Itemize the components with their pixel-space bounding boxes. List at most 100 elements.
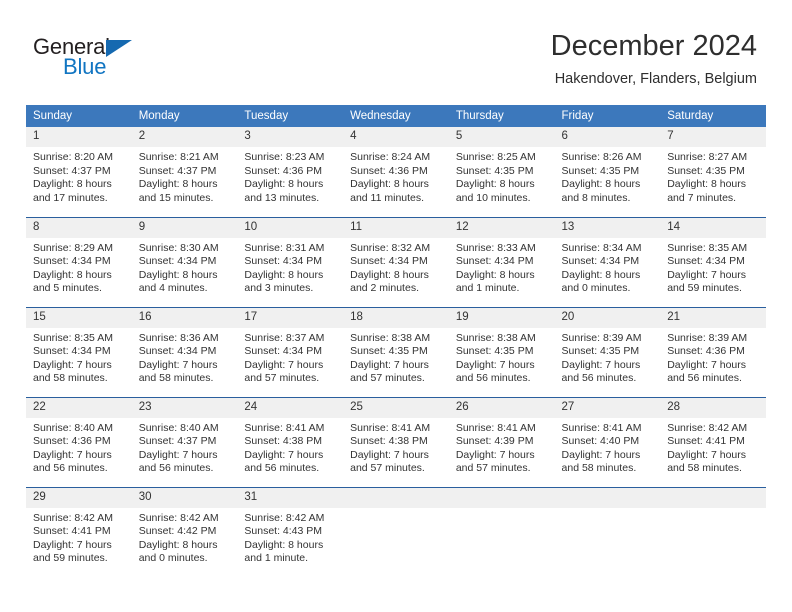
day-sunrise-text: Sunrise: 8:23 AM (244, 151, 325, 163)
day-sunset-text: Sunset: 4:37 PM (138, 435, 217, 448)
day-sunset-text: Sunset: 4:43 PM (244, 525, 323, 538)
day-daylight1-text: Daylight: 8 hours (244, 268, 324, 281)
day-daylight2-text: and 4 minutes. (138, 282, 208, 295)
calendar-day-cell[interactable]: 29 Sunrise: 8:42 AM Sunset: 4:41 PM Dayligh… (26, 486, 132, 577)
calendar-day-cell[interactable]: 13 Sunrise: 8:34 AM Sunset: 4:34 PM Dayligh… (554, 216, 661, 307)
day-sunrise-text: Sunrise: 8:35 AM (33, 331, 113, 344)
calendar-day-cell[interactable]: 17 Sunrise: 8:37 AM Sunset: 4:34 PM Dayligh… (237, 306, 344, 397)
day-daylight2-text: and 13 minutes. (244, 191, 320, 204)
day-sunset-text: Sunset: 4:40 PM (561, 435, 640, 448)
day-daylight2-text: and 11 minutes. (350, 191, 425, 204)
calendar-day-cell[interactable]: 31 Sunrise: 8:42 AM Sunset: 4:43 PM Dayligh… (237, 486, 344, 577)
calendar-day-cell[interactable]: 30 Sunrise: 8:42 AM Sunset: 4:42 PM Dayligh… (131, 486, 238, 577)
calendar-day-cell[interactable]: 18 Sunrise: 8:38 AM Sunset: 4:35 PM Dayligh… (343, 306, 449, 397)
calendar-day-cell[interactable]: 8 Sunrise: 8:29 AM Sunset: 4:34 PM Daylight… (26, 216, 132, 307)
calendar-day-cell[interactable]: 6 Sunrise: 8:26 AM Sunset: 4:35 PM Daylight… (554, 127, 661, 217)
day-sunrise-text: Sunrise: 8:41 AM (244, 421, 325, 434)
calendar-day-cell[interactable] (343, 486, 449, 577)
day-details: Sunrise: 8:39 AM Sunset: 4:35 PM Daylight:… (555, 328, 661, 386)
day-daylight2-text: and 56 minutes. (561, 372, 637, 385)
day-details: Sunrise: 8:42 AM Sunset: 4:41 PM Daylight:… (26, 508, 132, 566)
day-number: 2 (131, 127, 238, 147)
day-details: Sunrise: 8:39 AM Sunset: 4:36 PM Daylight:… (660, 328, 766, 386)
day-sunset-text: Sunset: 4:38 PM (350, 435, 428, 448)
day-daylight2-text: and 57 minutes. (350, 372, 425, 385)
calendar-day-cell[interactable]: 1 Sunrise: 8:20 AM Sunset: 4:37 PM Daylight… (26, 127, 132, 217)
calendar-day-cell[interactable]: 25 Sunrise: 8:41 AM Sunset: 4:38 PM Dayligh… (343, 396, 449, 487)
day-sunrise-text: Sunrise: 8:42 AM (33, 511, 113, 524)
calendar-body: 1 Sunrise: 8:20 AM Sunset: 4:37 PM Daylight… (26, 127, 766, 577)
calendar-day-cell[interactable]: 14 Sunrise: 8:35 AM Sunset: 4:34 PM Dayligh… (660, 216, 766, 307)
day-daylight2-text: and 10 minutes. (455, 191, 531, 204)
day-sunset-text: Sunset: 4:34 PM (138, 345, 217, 358)
day-sunrise-text: Sunrise: 8:21 AM (138, 151, 219, 163)
day-daylight2-text: and 56 minutes. (667, 372, 742, 385)
calendar-day-cell[interactable]: 22 Sunrise: 8:40 AM Sunset: 4:36 PM Dayligh… (26, 396, 132, 487)
day-details: Sunrise: 8:33 AM Sunset: 4:34 PM Daylight:… (449, 238, 555, 296)
day-sunset-text: Sunset: 4:34 PM (244, 345, 323, 358)
calendar-day-cell[interactable] (660, 486, 766, 577)
day-sunset-text: Sunset: 4:34 PM (350, 255, 428, 268)
calendar-day-cell[interactable]: 2 Sunrise: 8:21 AM Sunset: 4:37 PM Daylight… (131, 127, 238, 217)
day-sunset-text: Sunset: 4:35 PM (350, 345, 428, 358)
day-daylight1-text: Daylight: 8 hours (455, 178, 535, 191)
day-daylight2-text: and 15 minutes. (138, 191, 214, 204)
day-daylight1-text: Daylight: 7 hours (455, 358, 535, 371)
day-sunrise-text: Sunrise: 8:36 AM (138, 331, 219, 344)
calendar-day-cell[interactable]: 12 Sunrise: 8:33 AM Sunset: 4:34 PM Dayligh… (448, 216, 555, 307)
calendar-day-cell[interactable]: 26 Sunrise: 8:41 AM Sunset: 4:39 PM Dayligh… (448, 396, 555, 487)
calendar-day-cell[interactable]: 19 Sunrise: 8:38 AM Sunset: 4:35 PM Dayligh… (448, 306, 555, 397)
weekday-header-friday: Friday (554, 105, 661, 127)
calendar-day-cell[interactable]: 10 Sunrise: 8:31 AM Sunset: 4:34 PM Dayligh… (237, 216, 344, 307)
day-daylight1-text: Daylight: 7 hours (350, 358, 429, 371)
day-daylight2-text: and 56 minutes. (138, 462, 214, 475)
calendar-day-cell[interactable]: 20 Sunrise: 8:39 AM Sunset: 4:35 PM Dayligh… (554, 306, 661, 397)
calendar-day-cell[interactable]: 3 Sunrise: 8:23 AM Sunset: 4:36 PM Daylight… (237, 127, 344, 217)
calendar-day-cell[interactable]: 9 Sunrise: 8:30 AM Sunset: 4:34 PM Daylight… (131, 216, 238, 307)
calendar-day-cell[interactable]: 24 Sunrise: 8:41 AM Sunset: 4:38 PM Dayligh… (237, 396, 344, 487)
logo-text-blue: Blue (63, 54, 107, 79)
day-sunrise-text: Sunrise: 8:37 AM (244, 331, 325, 344)
day-daylight2-text: and 56 minutes. (33, 462, 108, 475)
calendar-day-cell[interactable]: 23 Sunrise: 8:40 AM Sunset: 4:37 PM Dayligh… (131, 396, 238, 487)
day-number: 23 (131, 397, 238, 418)
day-number: 7 (660, 127, 766, 147)
day-daylight1-text: Daylight: 8 hours (138, 178, 218, 191)
day-number: 29 (26, 487, 132, 508)
day-sunset-text: Sunset: 4:36 PM (33, 435, 111, 448)
calendar-day-cell[interactable]: 21 Sunrise: 8:39 AM Sunset: 4:36 PM Dayligh… (660, 306, 766, 397)
day-daylight1-text: Daylight: 8 hours (33, 268, 112, 281)
day-daylight2-text: and 17 minutes. (33, 191, 108, 204)
day-sunrise-text: Sunrise: 8:42 AM (244, 511, 325, 524)
calendar-week-row: 15 Sunrise: 8:35 AM Sunset: 4:34 PM Dayligh… (26, 306, 766, 397)
calendar-day-cell[interactable]: 15 Sunrise: 8:35 AM Sunset: 4:34 PM Dayligh… (26, 306, 132, 397)
day-number: 12 (448, 217, 555, 238)
calendar-day-cell[interactable] (554, 486, 661, 577)
day-sunrise-text: Sunrise: 8:38 AM (350, 331, 431, 344)
calendar-day-cell[interactable]: 7 Sunrise: 8:27 AM Sunset: 4:35 PM Daylight… (660, 127, 766, 217)
day-sunset-text: Sunset: 4:41 PM (667, 435, 745, 448)
calendar-day-cell[interactable]: 16 Sunrise: 8:36 AM Sunset: 4:34 PM Dayligh… (131, 306, 238, 397)
day-sunset-text: Sunset: 4:36 PM (350, 164, 428, 177)
day-number: 8 (26, 217, 132, 238)
day-daylight2-text: and 57 minutes. (455, 462, 531, 475)
day-details: Sunrise: 8:29 AM Sunset: 4:34 PM Daylight:… (26, 238, 132, 296)
calendar-day-cell[interactable]: 11 Sunrise: 8:32 AM Sunset: 4:34 PM Dayligh… (343, 216, 449, 307)
day-sunset-text: Sunset: 4:35 PM (455, 345, 534, 358)
calendar-day-cell[interactable]: 5 Sunrise: 8:25 AM Sunset: 4:35 PM Daylight… (448, 127, 555, 217)
day-daylight1-text: Daylight: 7 hours (244, 448, 324, 461)
day-daylight2-text: and 1 minute. (455, 282, 520, 295)
calendar-day-cell[interactable] (448, 486, 555, 577)
day-daylight1-text: Daylight: 8 hours (667, 178, 747, 191)
day-number: 6 (554, 127, 661, 147)
calendar-day-cell[interactable]: 27 Sunrise: 8:41 AM Sunset: 4:40 PM Dayligh… (554, 396, 661, 487)
logo-triangle-icon (106, 40, 132, 57)
day-daylight1-text: Daylight: 8 hours (561, 268, 641, 281)
day-sunrise-text: Sunrise: 8:38 AM (455, 331, 536, 344)
calendar-table: Sunday Monday Tuesday Wednesday Thursday… (26, 105, 766, 577)
calendar-day-cell[interactable]: 4 Sunrise: 8:24 AM Sunset: 4:36 PM Daylight… (343, 127, 449, 217)
day-number: 13 (554, 217, 661, 238)
calendar-day-cell[interactable]: 28 Sunrise: 8:42 AM Sunset: 4:41 PM Dayligh… (660, 396, 766, 487)
day-daylight2-text: and 57 minutes. (244, 372, 320, 385)
day-daylight1-text: Daylight: 8 hours (350, 178, 429, 191)
